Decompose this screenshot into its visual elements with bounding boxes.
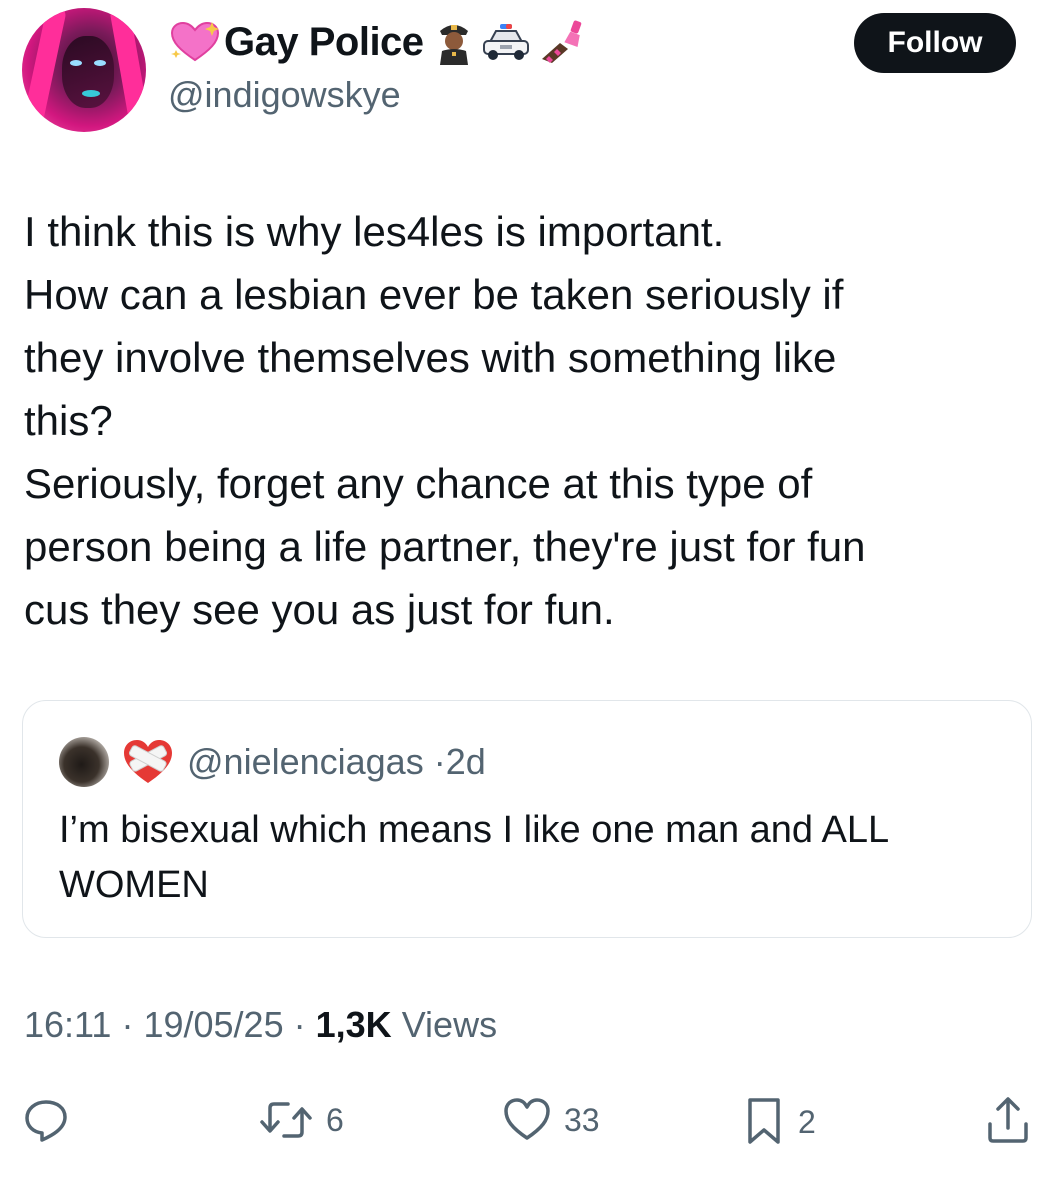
quoted-line: I’m bisexual which means I like one man … — [59, 809, 890, 851]
quoted-author-avatar — [59, 737, 109, 787]
follow-button[interactable]: Follow — [854, 13, 1016, 73]
police-officer-icon — [439, 25, 468, 65]
retweet-icon — [260, 1102, 312, 1138]
like-button[interactable]: 33 — [502, 1096, 600, 1144]
quoted-meta: @nielenciagas ·2d — [187, 741, 486, 783]
reply-button[interactable] — [22, 1096, 82, 1144]
share-icon — [988, 1097, 1028, 1143]
tweet-time[interactable]: 16:11 — [24, 1004, 111, 1045]
tweet-line: How can a lesbian ever be taken seriousl… — [24, 271, 844, 318]
action-bar: 6 33 2 — [0, 1090, 1057, 1150]
bookmark-count: 2 — [798, 1103, 816, 1140]
tweet-meta: 16:11 · 19/05/25 · 1,3K Views — [24, 1004, 497, 1046]
retweet-count: 6 — [326, 1101, 344, 1138]
quoted-separator: · — [433, 741, 446, 782]
tweet-line: person being a life partner, they're jus… — [24, 523, 866, 570]
quoted-line: WOMEN — [59, 864, 209, 906]
heart-icon — [504, 1098, 550, 1140]
nail-polish-icon — [541, 20, 581, 63]
author-name-row[interactable]: Gay Police — [168, 14, 590, 70]
meta-separator: · — [121, 1004, 134, 1045]
author-display-name: Gay Police — [224, 19, 424, 64]
tweet-line: they involve themselves with something l… — [24, 334, 837, 381]
share-button[interactable] — [984, 1094, 1032, 1146]
quoted-age: 2d — [445, 741, 486, 782]
tweet-line: cus they see you as just for fun. — [24, 586, 615, 633]
quoted-tweet-card[interactable]: @nielenciagas ·2d I’m bisexual which mea… — [22, 700, 1032, 938]
tweet-line: I think this is why les4les is important… — [24, 208, 725, 255]
author-avatar[interactable] — [22, 8, 146, 132]
tweet-line: this? — [24, 397, 113, 444]
tweet-date[interactable]: 19/05/25 — [143, 1004, 283, 1045]
reply-icon — [25, 1100, 67, 1142]
bookmark-icon — [748, 1098, 780, 1144]
views-count: 1,3K — [315, 1004, 392, 1045]
like-count: 33 — [564, 1101, 600, 1138]
bookmark-button[interactable]: 2 — [742, 1096, 816, 1148]
police-car-icon — [482, 24, 529, 60]
tweet-text: I think this is why les4les is important… — [24, 200, 1034, 641]
retweet-button[interactable]: 6 — [258, 1096, 344, 1144]
tweet-line: Seriously, forget any chance at this typ… — [24, 460, 813, 507]
meta-separator: · — [293, 1004, 306, 1045]
quoted-text: I’m bisexual which means I like one man … — [59, 803, 999, 913]
quoted-handle[interactable]: @nielenciagas — [187, 741, 424, 782]
views-label: Views — [401, 1004, 498, 1045]
author-handle[interactable]: @indigowskye — [168, 74, 401, 116]
sparkling-heart-icon — [170, 21, 220, 62]
mending-heart-icon — [124, 740, 172, 783]
